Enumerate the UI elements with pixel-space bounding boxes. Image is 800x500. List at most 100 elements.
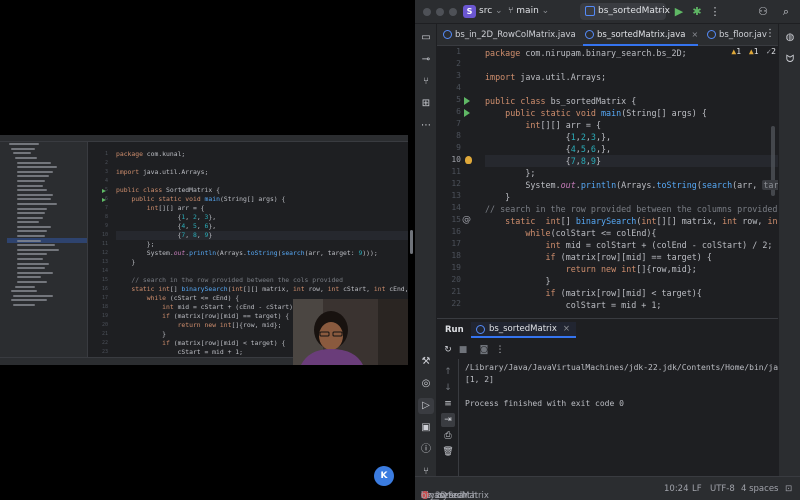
video-line-number: 13 bbox=[101, 259, 108, 265]
soft-wrap-icon[interactable]: ≡ bbox=[441, 397, 455, 411]
project-badge[interactable]: S bbox=[463, 5, 476, 18]
tab-bs-in-2d-rowcolmatrix[interactable]: bs_in_2D_RowColMatrix.java bbox=[441, 24, 576, 46]
build-hammer-icon[interactable]: ⚒ bbox=[418, 354, 434, 370]
tab-options-icon[interactable]: ⋮ bbox=[765, 28, 775, 39]
annotation-icon[interactable]: @ bbox=[462, 215, 471, 225]
more-icon[interactable]: ⋮ bbox=[493, 343, 507, 357]
line-number: 6 bbox=[456, 107, 461, 116]
lock-icon[interactable]: ⊡ bbox=[785, 484, 792, 494]
java-class-icon bbox=[585, 30, 594, 39]
search-icon[interactable]: ⌕ bbox=[778, 4, 794, 20]
file-encoding[interactable]: UTF-8 bbox=[710, 484, 735, 494]
camera-icon[interactable]: ◙ bbox=[477, 343, 491, 357]
copilot-icon[interactable]: ᗢ bbox=[782, 52, 798, 68]
line-number: 19 bbox=[451, 263, 461, 272]
video-scrollbar bbox=[410, 230, 413, 254]
line-number: 4 bbox=[456, 83, 461, 92]
pull-request-icon[interactable]: ⑂ bbox=[418, 74, 434, 90]
line-number: 12 bbox=[451, 179, 461, 188]
trash-icon[interactable]: 🗑 bbox=[441, 445, 455, 459]
code-editor[interactable]: ▲1 ▲1 ✓2 package com.nirupam.binary_sear… bbox=[485, 46, 778, 318]
project-folder-icon[interactable]: ▭ bbox=[418, 30, 434, 46]
structure-icon[interactable]: ⊞ bbox=[418, 96, 434, 112]
java-file-icon bbox=[585, 6, 595, 16]
video-code-line: {4, 5, 6}, bbox=[116, 222, 217, 230]
debug-icon[interactable]: ✱ bbox=[689, 4, 705, 20]
java-class-icon bbox=[443, 30, 452, 39]
breadcrumb-item[interactable]: binarySearch bbox=[421, 491, 477, 500]
tab-bs-floor[interactable]: bs_floor.jav bbox=[705, 24, 767, 46]
commit-icon[interactable]: ⊸ bbox=[418, 52, 434, 68]
run-icon[interactable]: ▶ bbox=[671, 4, 687, 20]
code-line: int mid = colStart + (colEnd - colStart)… bbox=[545, 240, 773, 250]
video-code-line: static int[] binarySearch(int[][] matrix… bbox=[131, 285, 408, 293]
parameter-hint: target: bbox=[762, 180, 778, 190]
run-gutter-icon[interactable] bbox=[464, 109, 470, 117]
video-line-number: 15 bbox=[101, 277, 108, 283]
stop-icon[interactable]: ■ bbox=[456, 343, 470, 357]
typo-count: 2 bbox=[771, 47, 776, 56]
services-icon[interactable]: ◎ bbox=[418, 376, 434, 392]
run-tool-window: Run bs_sortedMatrix × ↻ ■ ◙ ⋮ ↑ ↓ ≡ ⇥ ⎙ 🗑… bbox=[437, 318, 778, 477]
print-icon[interactable]: ⎙ bbox=[441, 429, 455, 443]
tab-label: bs_floor.jav bbox=[719, 30, 767, 40]
editor-gutter: 1 2 3 4 5 6 7 8 9 10 11 12 13 14 15 16 17 18 19 20 21 22 @ bbox=[437, 46, 485, 318]
video-code-line: cStart = mid + 1; bbox=[116, 348, 243, 356]
inspection-widget[interactable]: ▲1 ▲1 ✓2 bbox=[731, 47, 776, 56]
problems-icon[interactable]: ⓘ bbox=[418, 442, 434, 458]
run-tool-icon[interactable]: ▷ bbox=[418, 398, 434, 414]
line-number: 10 bbox=[451, 155, 461, 164]
run-tab-bs-sortedmatrix[interactable]: bs_sortedMatrix × bbox=[471, 322, 577, 338]
indent-setting[interactable]: 4 spaces bbox=[741, 484, 778, 494]
project-selector[interactable]: src ⌄ bbox=[479, 6, 503, 16]
tab-bs-sortedmatrix[interactable]: bs_sortedMatrix.java × bbox=[583, 24, 699, 46]
video-run-icon bbox=[102, 189, 106, 193]
video-code-line: // search in the row provided between th… bbox=[116, 276, 344, 284]
console-side-toolbar: ↑ ↓ ≡ ⇥ ⎙ 🗑 bbox=[437, 359, 459, 477]
line-separator[interactable]: LF bbox=[692, 484, 702, 494]
lightbulb-icon[interactable] bbox=[465, 156, 472, 164]
run-configuration-selector[interactable]: bs_sortedMatrix ⌄ bbox=[580, 3, 670, 20]
rerun-icon[interactable]: ↻ bbox=[441, 343, 455, 357]
chevron-down-icon: ⌄ bbox=[656, 6, 664, 16]
code-line: } bbox=[485, 276, 551, 286]
window-maximize-button[interactable] bbox=[449, 8, 457, 16]
scroll-to-end-icon[interactable]: ⇥ bbox=[441, 413, 455, 427]
code-line: {1,2,3,}, bbox=[485, 132, 612, 142]
run-toolbar: ↻ ■ ◙ ⋮ bbox=[437, 341, 778, 359]
window-minimize-button[interactable] bbox=[436, 8, 444, 16]
add-user-icon[interactable]: ⚇ bbox=[755, 4, 771, 20]
line-number: 13 bbox=[451, 191, 461, 200]
code-line: System.out.println(Arrays.toString(searc… bbox=[485, 179, 778, 191]
code-line: public class bs_sortedMatrix { bbox=[485, 96, 637, 106]
line-number: 16 bbox=[451, 227, 461, 236]
code-line: static int[] binarySearch(int[][] matrix… bbox=[505, 216, 778, 226]
terminal-icon[interactable]: ▣ bbox=[418, 420, 434, 436]
video-line-number: 18 bbox=[101, 304, 108, 310]
code-line: colStart = mid + 1; bbox=[485, 300, 662, 310]
video-line-number: 16 bbox=[101, 286, 108, 292]
video-line-number: 20 bbox=[101, 322, 108, 328]
line-number: 14 bbox=[451, 203, 461, 212]
title-bar: S src ⌄ ⑂ main ⌄ bs_sortedMatrix ⌄ ▶ ✱ ⋮… bbox=[415, 0, 800, 24]
video-line-number: 2 bbox=[104, 160, 108, 166]
weak-warning-count: 1 bbox=[753, 47, 759, 56]
video-project-tree bbox=[5, 142, 88, 357]
up-arrow-icon[interactable]: ↑ bbox=[441, 365, 455, 379]
branch-selector[interactable]: ⑂ main ⌄ bbox=[508, 6, 549, 16]
cursor-position[interactable]: 10:24 bbox=[664, 484, 689, 494]
notifications-icon[interactable]: ◍ bbox=[782, 30, 798, 46]
run-gutter-icon[interactable] bbox=[464, 97, 470, 105]
chevron-down-icon: ⌄ bbox=[541, 6, 550, 16]
close-icon[interactable]: × bbox=[691, 30, 698, 39]
more-tools-icon[interactable]: ⋯ bbox=[418, 118, 434, 134]
window-close-button[interactable] bbox=[423, 8, 431, 16]
chevron-down-icon: ⌄ bbox=[495, 6, 503, 16]
line-number: 2 bbox=[456, 59, 461, 68]
line-number: 5 bbox=[456, 95, 461, 104]
down-arrow-icon[interactable]: ↓ bbox=[441, 381, 455, 395]
more-actions-icon[interactable]: ⋮ bbox=[707, 4, 723, 20]
console-output[interactable]: /Library/Java/JavaVirtualMachines/jdk-22… bbox=[465, 362, 778, 472]
video-line-number: 1 bbox=[104, 151, 108, 157]
close-icon[interactable]: × bbox=[563, 324, 570, 334]
